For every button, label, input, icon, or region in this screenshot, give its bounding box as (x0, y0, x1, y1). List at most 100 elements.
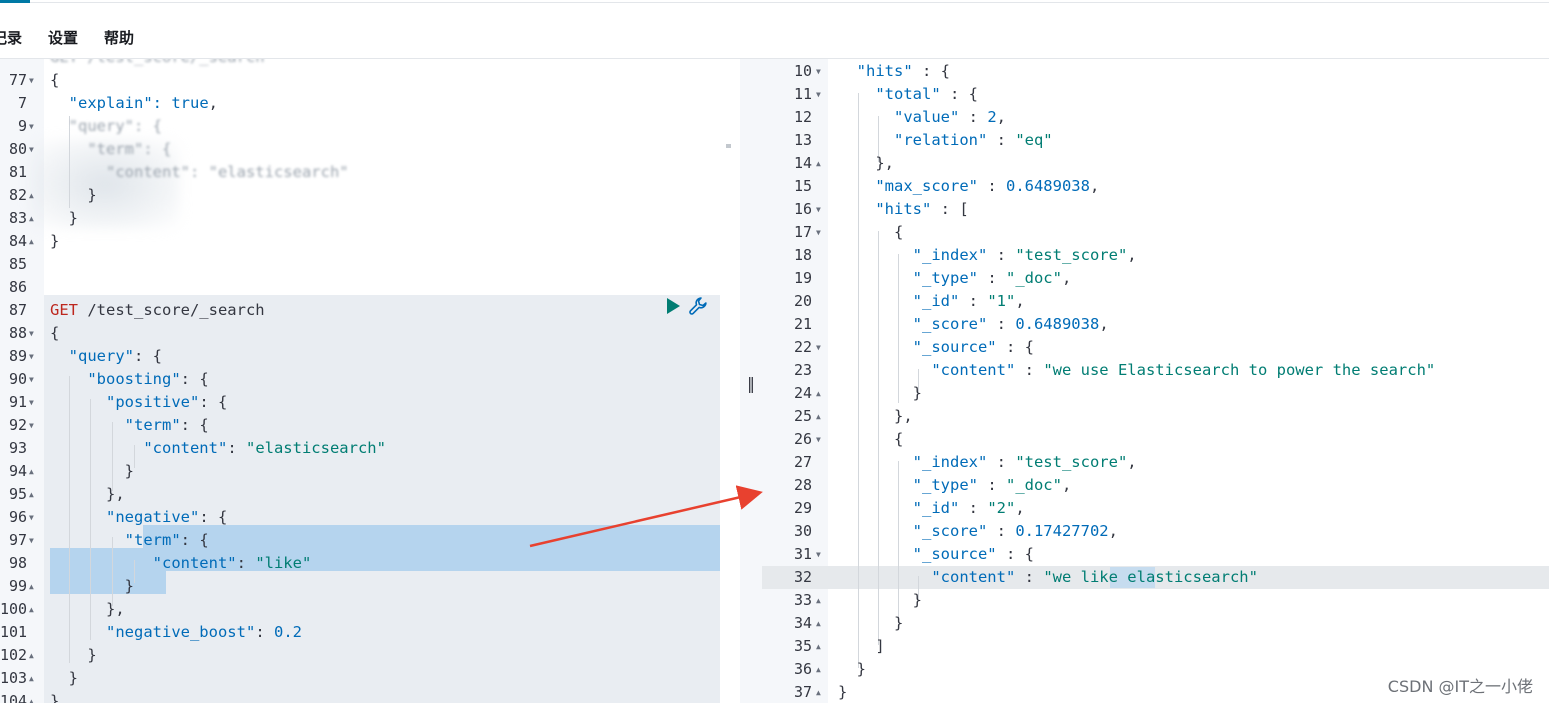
fold-open-icon[interactable]: ▼ (29, 115, 34, 138)
line-number: 18 (793, 246, 812, 264)
fold-close-icon[interactable]: ▲ (816, 382, 821, 405)
fold-close-icon[interactable]: ▲ (29, 207, 34, 230)
line-number: 24 (793, 384, 812, 402)
fold-open-icon[interactable]: ▼ (29, 414, 34, 437)
code-token: : (977, 476, 1006, 494)
code-token: true (171, 94, 209, 112)
code-token: GET (50, 301, 88, 319)
fold-close-icon[interactable]: ▲ (816, 635, 821, 658)
fold-close-icon[interactable]: ▲ (816, 612, 821, 635)
line-number: 16 (793, 200, 812, 218)
line-number: 10 (793, 62, 812, 80)
menu-settings[interactable]: 设置 (48, 27, 78, 48)
code-token: "query": { (50, 117, 162, 135)
line-number: 86 (8, 278, 27, 296)
fold-open-icon[interactable]: ▼ (29, 345, 34, 368)
code-text: "explain": true, (50, 92, 218, 115)
code-token: : (959, 108, 988, 126)
code-token: } (50, 462, 134, 480)
code-text: "hits" : { (838, 60, 950, 83)
fold-open-icon[interactable]: ▼ (29, 506, 34, 529)
code-text: "_id" : "2", (838, 497, 1025, 520)
request-editor[interactable]: GET /test_score/_search77▼{7 "explain": … (0, 59, 740, 703)
code-token: "hits" (838, 200, 932, 218)
line-number: 36 (793, 660, 812, 678)
fold-open-icon[interactable]: ▼ (29, 138, 34, 161)
code-token: , (996, 108, 1007, 126)
code-token: "positive" (50, 393, 200, 411)
code-text: "term": { (50, 414, 209, 437)
fold-close-icon[interactable]: ▲ (816, 152, 821, 175)
fold-open-icon[interactable]: ▼ (816, 428, 821, 451)
code-text: ] (838, 635, 884, 658)
code-text: "max_score" : 0.6489038, (838, 175, 1099, 198)
code-text: { (50, 69, 59, 92)
line-number: 94 (8, 462, 27, 480)
menu-help[interactable]: 帮助 (104, 27, 134, 48)
line-number: 99 (8, 577, 27, 595)
fold-close-icon[interactable]: ▲ (29, 667, 34, 690)
fold-open-icon[interactable]: ▼ (29, 391, 34, 414)
fold-close-icon[interactable]: ▲ (29, 575, 34, 598)
fold-open-icon[interactable]: ▼ (816, 60, 821, 83)
code-token: , (1061, 269, 1072, 287)
selection-line-97 (143, 525, 720, 548)
fold-close-icon[interactable]: ▲ (29, 184, 34, 207)
code-text: "query": { (50, 345, 162, 368)
fold-close-icon[interactable]: ▲ (29, 598, 34, 621)
fold-close-icon[interactable]: ▲ (816, 589, 821, 612)
fold-open-icon[interactable]: ▼ (816, 198, 821, 221)
fold-close-icon[interactable]: ▲ (29, 460, 34, 483)
code-text: } (838, 681, 847, 703)
splitter-handle-icon[interactable]: ‖ (747, 374, 755, 393)
code-token: "we like elasticsearch" (1043, 568, 1258, 586)
code-token: } (50, 232, 60, 250)
code-text: "term": { (50, 529, 209, 552)
code-token: }, (838, 154, 894, 172)
fold-open-icon[interactable]: ▼ (816, 336, 821, 359)
code-token: "content" (838, 568, 1016, 586)
fold-close-icon[interactable]: ▲ (29, 230, 34, 253)
fold-open-icon[interactable]: ▼ (29, 322, 34, 345)
code-text: "_index" : "test_score", (838, 451, 1137, 474)
code-text: } (838, 612, 903, 635)
response-viewer[interactable]: 10 ▼ "hits" : {11 ▼ "total" : {12 "value" … (762, 59, 1549, 703)
fold-open-icon[interactable]: ▼ (816, 221, 821, 244)
code-token: "test_score" (1015, 246, 1128, 264)
fold-close-icon[interactable]: ▲ (816, 658, 821, 681)
line-number: 100 (0, 600, 28, 618)
code-token: "negative_boost" (50, 623, 256, 641)
line-number: 88 (8, 324, 27, 342)
line-number: 12 (793, 108, 812, 126)
code-token: : { (199, 393, 228, 411)
code-text: } (838, 589, 922, 612)
code-token: } (50, 669, 78, 687)
wrench-icon[interactable] (688, 296, 708, 316)
line-number: 29 (793, 499, 812, 517)
code-text: "_source" : { (838, 543, 1034, 566)
fold-close-icon[interactable]: ▲ (29, 690, 34, 703)
fold-open-icon[interactable]: ▼ (29, 368, 34, 391)
fold-close-icon[interactable]: ▲ (29, 483, 34, 506)
code-token: "term": { (50, 140, 172, 158)
menu-history[interactable]: 记录 (0, 27, 22, 48)
fold-close-icon[interactable]: ▲ (816, 405, 821, 428)
active-tab-indicator (0, 0, 30, 3)
fold-open-icon[interactable]: ▼ (816, 83, 821, 106)
code-text: "_type" : "_doc", (838, 474, 1072, 497)
fold-open-icon[interactable]: ▼ (29, 69, 34, 92)
scroll-marker (726, 144, 731, 148)
code-text: } (50, 667, 78, 690)
fold-open-icon[interactable]: ▼ (816, 543, 821, 566)
code-token: "_source" (838, 545, 997, 563)
code-token: "value" (838, 108, 960, 126)
line-number: 89 (8, 347, 27, 365)
code-token: : { (996, 338, 1034, 356)
fold-close-icon[interactable]: ▲ (29, 644, 34, 667)
fold-close-icon[interactable]: ▲ (816, 681, 821, 703)
fold-open-icon[interactable]: ▼ (29, 529, 34, 552)
line-number: 27 (793, 453, 812, 471)
code-token: { (50, 324, 60, 342)
code-token: "2" (987, 499, 1016, 517)
play-icon[interactable] (667, 298, 680, 314)
